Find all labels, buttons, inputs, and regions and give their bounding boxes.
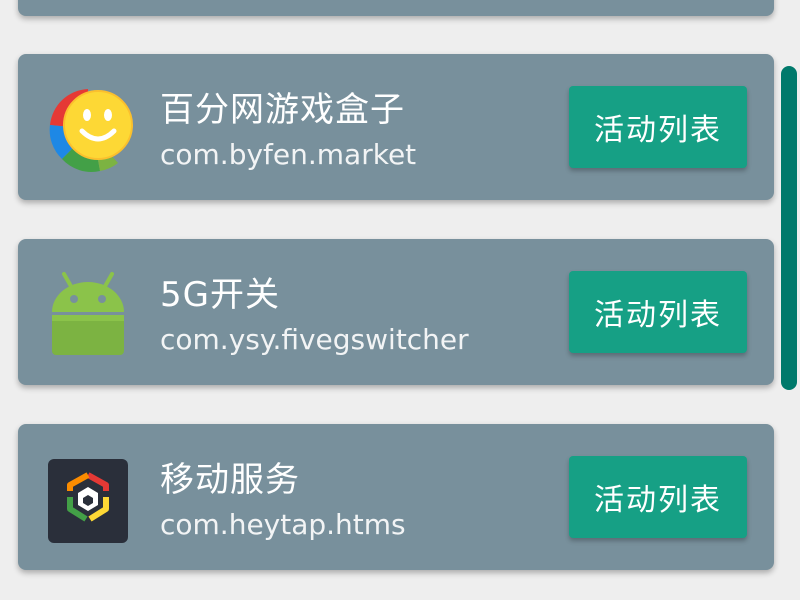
app-card: 5G开关 com.ysy.fivegswitcher 活动列表 [18, 239, 774, 385]
app-name: 移动服务 [160, 460, 300, 500]
app-card: 移动服务 com.heytap.htms 活动列表 [18, 424, 774, 570]
app-name: 百分网游戏盒子 [160, 90, 405, 130]
app-package-name: com.ysy.fivegswitcher [160, 323, 469, 356]
app-card: 百分网游戏盒子 com.byfen.market 活动列表 [18, 54, 774, 200]
activity-list-button[interactable]: 活动列表 [569, 271, 747, 353]
heytap-hexagon-icon [40, 451, 136, 547]
activity-list-button[interactable]: 活动列表 [569, 456, 747, 538]
activity-list-button[interactable]: 活动列表 [569, 86, 747, 168]
scrollbar-thumb[interactable] [781, 66, 797, 390]
app-name: 5G开关 [160, 275, 280, 315]
byfen-smiley-icon [40, 81, 136, 177]
app-package-name: com.byfen.market [160, 138, 417, 171]
app-package-name: com.heytap.htms [160, 508, 406, 541]
app-card-partial [18, 0, 774, 16]
android-robot-icon [40, 266, 136, 362]
